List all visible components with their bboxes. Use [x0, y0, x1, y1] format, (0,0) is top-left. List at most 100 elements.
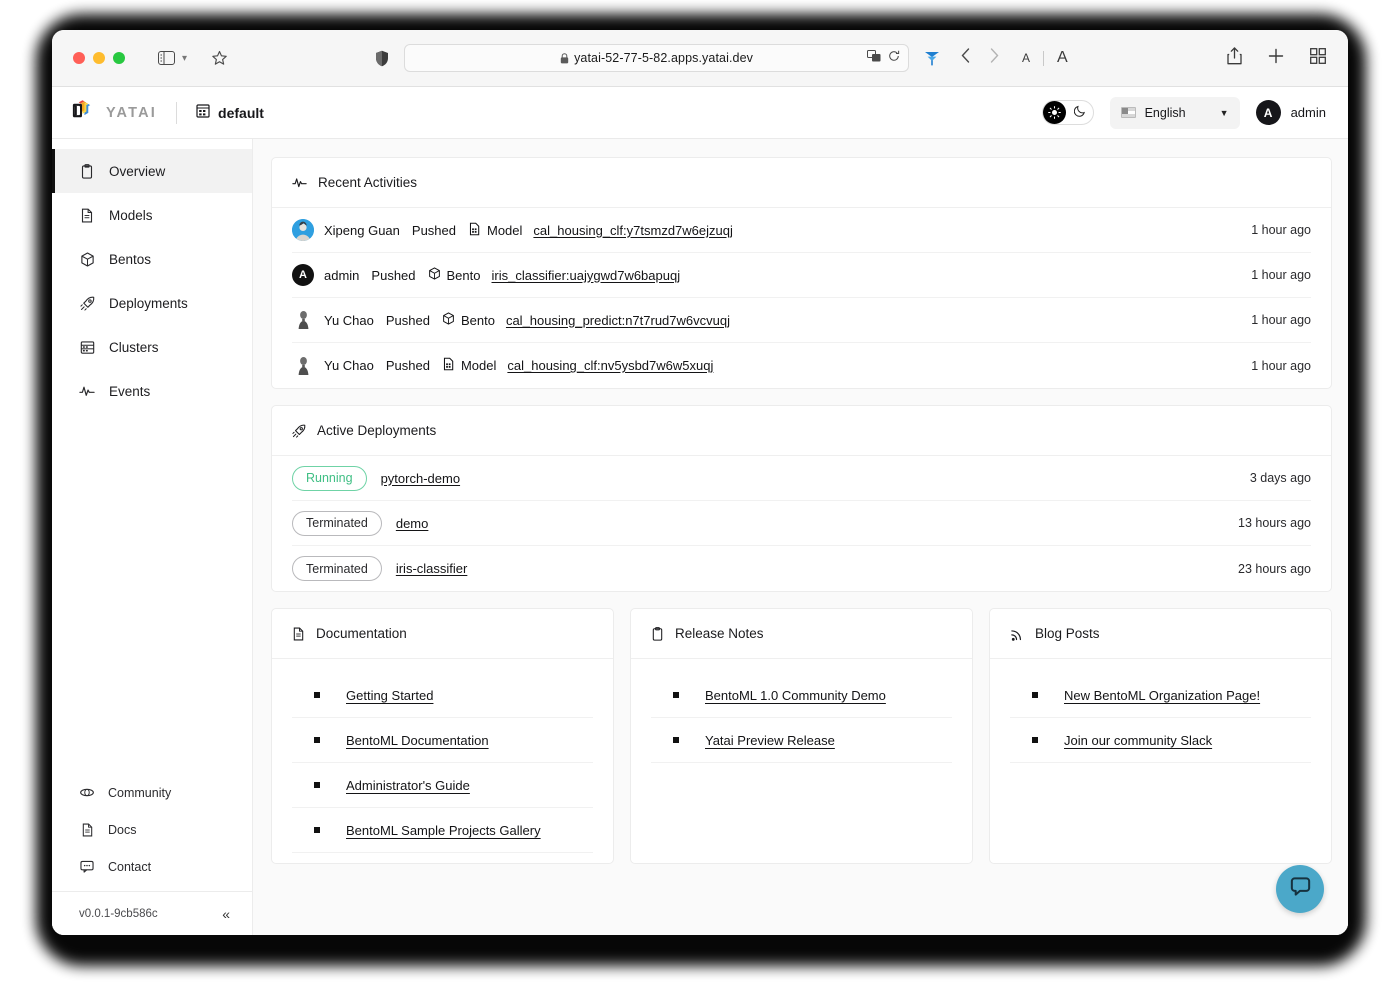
card-link[interactable]: Yatai Preview Release [705, 733, 835, 748]
activity-time: 1 hour ago [1251, 223, 1311, 237]
decrease-text-size-button[interactable]: A [1022, 51, 1030, 65]
sidebar-item-deployments[interactable]: Deployments [52, 281, 252, 325]
sidebar-item-community[interactable]: Community [52, 774, 252, 811]
sidebar-item-overview[interactable]: Overview [52, 149, 252, 193]
chevron-right-icon[interactable] [990, 48, 999, 68]
sidebar-item-models[interactable]: Models [52, 193, 252, 237]
blog-posts-card-body: New BentoML Organization Page! Join our … [990, 659, 1331, 773]
theme-toggle[interactable] [1041, 100, 1094, 125]
brand-logo[interactable]: YATAI [70, 98, 157, 128]
docs-icon [79, 823, 95, 837]
activity-time: 1 hour ago [1251, 268, 1311, 282]
sidebar-version-bar: v0.0.1-9cb586c « [52, 891, 252, 935]
language-label: English [1144, 105, 1186, 120]
bento-icon [428, 267, 441, 283]
activity-kind: Model [442, 357, 496, 374]
share-icon[interactable] [1227, 46, 1242, 70]
sidebar: Overview Models Bentos Deployments Clust… [52, 139, 253, 935]
sidebar-toggle-icon[interactable] [158, 51, 175, 65]
moon-icon [1073, 105, 1086, 120]
avatar [292, 355, 314, 377]
activity-kind: Model [468, 222, 522, 239]
bullet-icon [314, 692, 320, 698]
url-text: yatai-52-77-5-82.apps.yatai.dev [574, 51, 753, 65]
card-link[interactable]: New BentoML Organization Page! [1064, 688, 1260, 703]
deployment-time: 3 days ago [1249, 471, 1311, 485]
status-badge: Terminated [292, 510, 382, 536]
activity-icon [292, 176, 307, 189]
card-link[interactable]: Administrator's Guide [346, 778, 470, 793]
user-menu[interactable]: A admin [1255, 100, 1326, 125]
shield-icon[interactable] [375, 50, 389, 67]
extension-icon[interactable] [923, 49, 941, 67]
increase-text-size-button[interactable]: A [1057, 49, 1068, 67]
deployment-link[interactable]: iris-classifier [396, 561, 468, 576]
sidebar-item-docs[interactable]: Docs [52, 811, 252, 848]
deployment-link[interactable]: pytorch-demo [381, 471, 460, 486]
sidebar-item-label: Deployments [109, 295, 188, 311]
activity-user: Yu Chao [324, 358, 374, 373]
card-title: Documentation [316, 626, 407, 641]
maximize-window-button[interactable] [113, 52, 125, 64]
grid-icon[interactable] [1310, 47, 1326, 69]
avatar [292, 219, 314, 241]
language-selector[interactable]: English ▼ [1109, 96, 1240, 129]
star-icon[interactable] [211, 50, 228, 67]
activity-kind-label: Model [460, 358, 497, 373]
text-size-controls[interactable]: A A [1022, 49, 1068, 67]
info-cards: Documentation Getting Started BentoML Do… [271, 608, 1332, 864]
sidebar-nav: Overview Models Bentos Deployments Clust… [52, 139, 252, 413]
sidebar-item-contact[interactable]: Contact [52, 848, 252, 885]
deployment-row: Terminated iris-classifier 23 hours ago [292, 546, 1311, 591]
main-content: Recent Activities Xipeng Guan Pushed Mod… [253, 139, 1348, 935]
box-icon [79, 251, 95, 267]
user-name: admin [1290, 105, 1326, 120]
clipboard-icon [651, 626, 664, 641]
close-window-button[interactable] [73, 52, 85, 64]
reload-icon[interactable] [888, 49, 900, 67]
deployment-link[interactable]: demo [396, 516, 429, 531]
list-item: Yatai Preview Release [651, 718, 952, 763]
sidebar-item-events[interactable]: Events [52, 369, 252, 413]
activity-row: Yu Chao Pushed Model cal_housing_clf:nv5… [292, 343, 1311, 388]
chat-widget-button[interactable] [1276, 865, 1324, 913]
browser-navigation[interactable] [961, 48, 999, 68]
minimize-window-button[interactable] [93, 52, 105, 64]
lock-icon [560, 52, 569, 64]
window-controls[interactable] [73, 52, 125, 64]
avatar: A [1255, 100, 1281, 125]
activity-resource-link[interactable]: iris_classifier:uajygwd7w6bapuqj [492, 268, 681, 283]
activity-resource-link[interactable]: cal_housing_predict:n7t7rud7w6vcvuqj [506, 313, 730, 328]
address-bar-actions[interactable] [867, 45, 900, 71]
translate-icon[interactable] [867, 49, 881, 67]
sidebar-item-label: Overview [109, 163, 166, 179]
card-link[interactable]: BentoML Sample Projects Gallery [346, 823, 541, 838]
chevron-down-icon[interactable]: ▾ [182, 53, 187, 64]
address-bar[interactable]: yatai-52-77-5-82.apps.yatai.dev [404, 44, 910, 72]
activity-kind-label: Bento [460, 312, 495, 328]
plus-icon[interactable] [1268, 48, 1284, 69]
card-link[interactable]: Getting Started [346, 688, 433, 703]
organization-selector[interactable]: default [196, 103, 264, 123]
activity-resource-link[interactable]: cal_housing_clf:nv5ysbd7w6w5xuqj [507, 358, 713, 373]
sidebar-item-clusters[interactable]: Clusters [52, 325, 252, 369]
chat-icon [79, 860, 95, 873]
chevron-left-icon[interactable] [961, 48, 970, 68]
sidebar-item-label: Bentos [109, 251, 152, 267]
organization-icon [196, 103, 210, 123]
card-link[interactable]: BentoML 1.0 Community Demo [705, 688, 886, 703]
card-link[interactable]: Join our community Slack [1064, 733, 1212, 748]
card-title: Release Notes [675, 626, 764, 641]
bullet-icon [673, 692, 679, 698]
toolbar-right-actions[interactable] [1227, 46, 1326, 70]
double-chevron-left-icon[interactable]: « [222, 906, 230, 922]
activity-kind-label: Model [487, 222, 523, 238]
active-deployments-rows: Running pytorch-demo 3 days ago Terminat… [272, 456, 1331, 591]
activity-resource-link[interactable]: cal_housing_clf:y7tsmzd7w6ejzuqj [533, 223, 732, 238]
activity-user: admin [324, 267, 360, 283]
server-icon [79, 340, 95, 355]
sidebar-item-bentos[interactable]: Bentos [52, 237, 252, 281]
card-link[interactable]: BentoML Documentation [346, 733, 489, 748]
sidebar-item-label: Models [109, 207, 153, 223]
blog-posts-card: Blog Posts New BentoML Organization Page… [989, 608, 1332, 864]
